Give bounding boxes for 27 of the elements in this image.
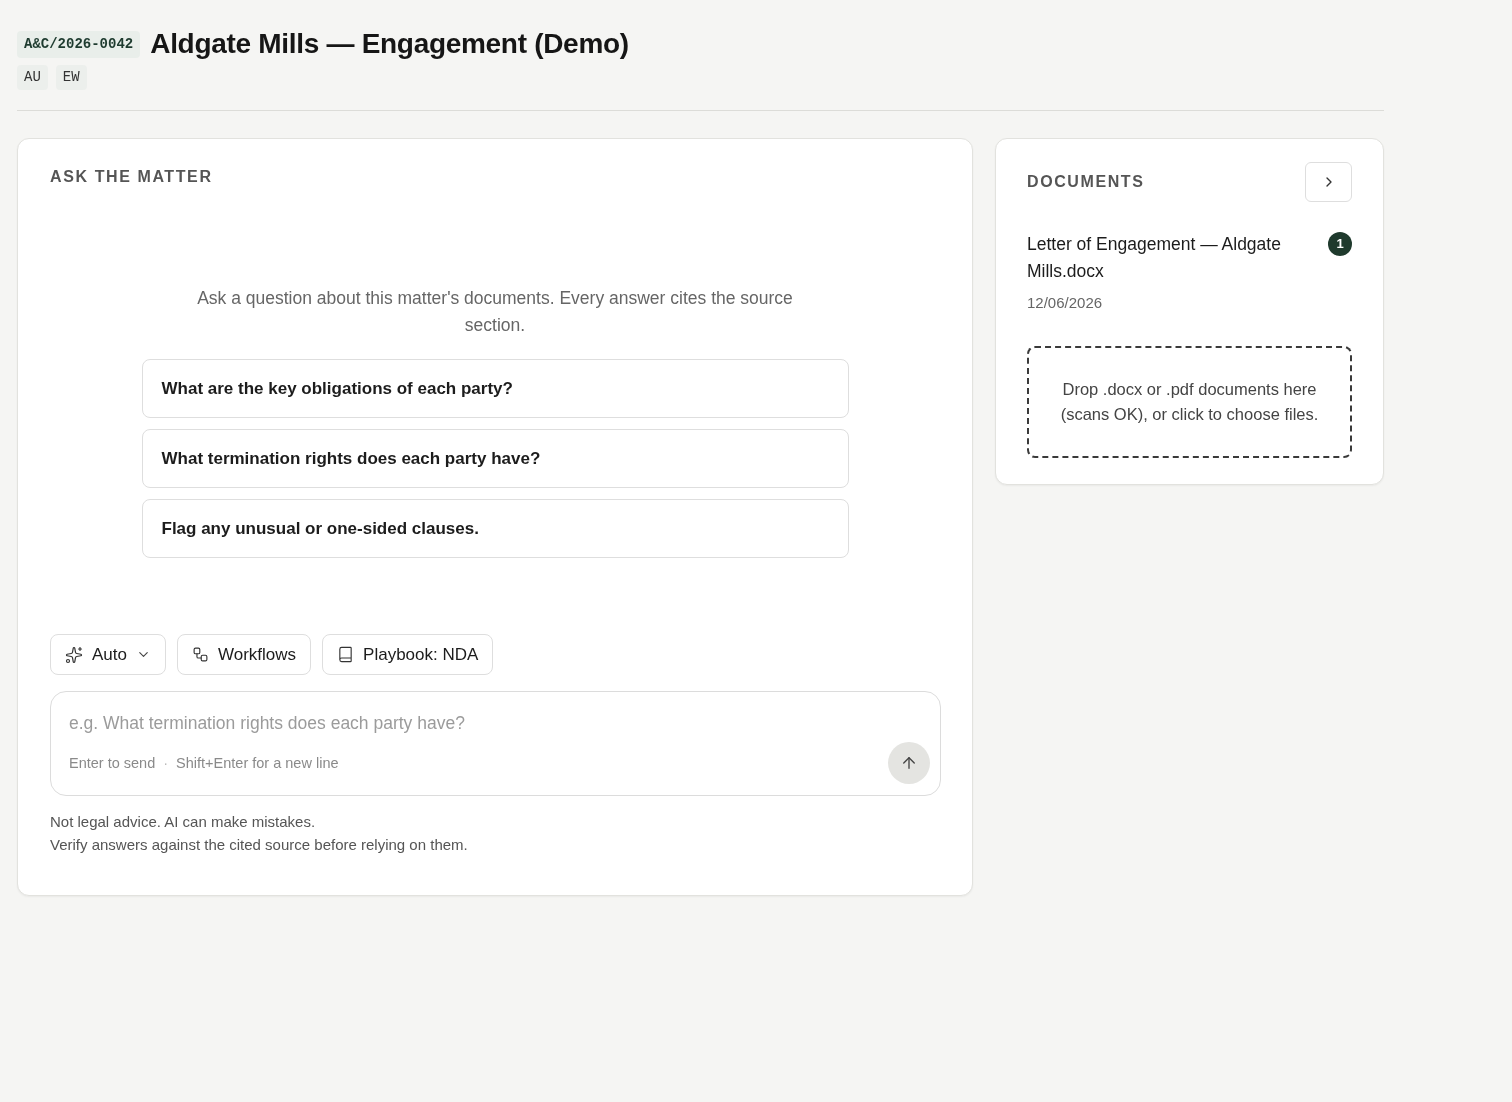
workflows-button[interactable]: Workflows [177, 634, 312, 675]
disclaimer-text: Verify answers against the cited source before relying on them. [50, 835, 469, 855]
hint-text: Enter to send [69, 754, 156, 774]
file-dropzone[interactable]: Drop .docx or .pdf documents here (scans OK), or click to choose files. [1027, 345, 1352, 458]
sparkle-icon [65, 645, 83, 664]
suggested-question[interactable]: What termination rights does each party have? [141, 429, 849, 488]
matter-title: Aldgate Mills — Engagement (Demo) [150, 27, 629, 61]
disclaimer-text: Not legal advice. AI can make mistakes. [50, 812, 317, 832]
book-icon [337, 646, 355, 663]
intro-text: Ask a question about this matter's documents. Every answer cites the source section. [196, 287, 794, 337]
matter-id-tag: A&C/2026-0042 [17, 30, 141, 58]
document-name[interactable]: Letter of Engagement — Aldgate Mills.docx [1027, 231, 1317, 285]
separator-dot: · [163, 754, 169, 774]
send-button[interactable] [888, 742, 930, 784]
count-badge: 1 [1328, 232, 1352, 256]
suggested-question[interactable]: What are the key obligations of each party? [141, 359, 849, 418]
document-date: 12/06/2026 [1027, 293, 1104, 313]
jurisdiction-tag: EW [55, 65, 87, 90]
panel-heading: ASK THE MATTER [50, 167, 214, 187]
question-input[interactable]: e.g. What termination rights does each party have? [69, 710, 889, 737]
workflow-icon [192, 646, 209, 663]
panel-heading: DOCUMENTS [1027, 172, 1145, 192]
hint-text: Shift+Enter for a new line [176, 754, 339, 774]
jurisdiction-tag: AU [17, 65, 48, 90]
mode-dropdown[interactable]: Auto [50, 634, 166, 675]
suggested-question[interactable]: Flag any unusual or one-sided clauses. [141, 499, 849, 558]
playbook-button[interactable]: Playbook: NDA [322, 634, 494, 675]
